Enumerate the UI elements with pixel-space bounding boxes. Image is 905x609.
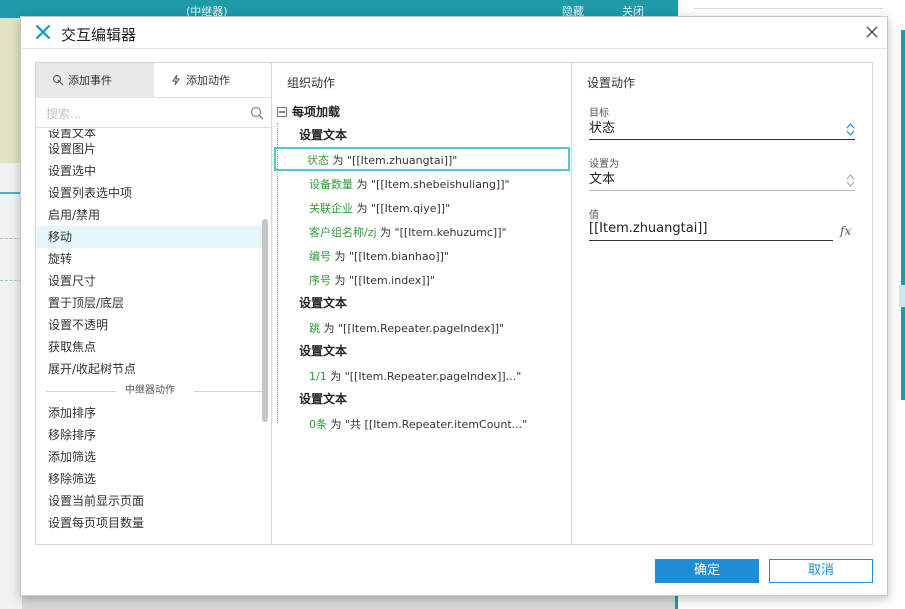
background-divider: [693, 8, 883, 9]
set-as-select[interactable]: 文本: [589, 171, 855, 191]
action-value: 为 "[[Item.shebeishuliang]]": [353, 178, 510, 191]
list-item[interactable]: 设置每页项目数量: [36, 512, 264, 534]
action-heading[interactable]: 设置文本: [272, 291, 572, 315]
configure-action-panel: 设置动作 目标 状态 设置为 文本 值 [[Item.zhuangtai]] f…: [572, 63, 872, 544]
event-row[interactable]: 每项加载: [272, 101, 572, 123]
close-icon[interactable]: [865, 25, 879, 39]
action-list: 设置文本 设置图片 设置选中 设置列表选中项 启用/禁用 移动 旋转 设置尺寸 …: [36, 129, 264, 544]
set-as-select-value: 文本: [589, 172, 616, 187]
organize-actions-title: 组织动作: [287, 76, 336, 90]
action-target: 1/1: [309, 370, 327, 383]
action-heading[interactable]: 设置文本: [272, 123, 572, 147]
dialog-body: 添加事件 添加动作 设置文本 设置图片 设置选中: [35, 62, 873, 545]
action-detail-row[interactable]: 序号 为 "[[Item.index]]": [272, 267, 572, 291]
list-item[interactable]: 设置选中: [36, 160, 264, 182]
action-value: 为 "[[Item.qiye]]": [353, 202, 451, 215]
action-value: 为 "共 [[Item.Repeater.itemCount...": [327, 418, 528, 431]
set-as-label: 设置为: [589, 159, 619, 170]
tree-guide-line: [277, 123, 278, 423]
action-tree: 每项加载 设置文本 状态 为 "[[Item.zhuangtai]]" 设备数量…: [272, 101, 572, 435]
chevron-updown-icon: [846, 123, 855, 136]
action-target: 状态: [307, 154, 329, 167]
background-dashed-guide-2: [0, 280, 22, 281]
action-value: 为 "[[Item.Repeater.pageIndex]]": [320, 322, 505, 335]
list-item[interactable]: 设置不透明: [36, 314, 264, 336]
action-detail-row[interactable]: 设备数量 为 "[[Item.shebeishuliang]]": [272, 171, 572, 195]
action-target: 关联企业: [309, 202, 353, 215]
action-detail-row[interactable]: 客户组名称/zj 为 "[[Item.kehuzumc]]": [272, 219, 572, 243]
action-target: 0条: [309, 418, 327, 431]
tab-add-event[interactable]: 添加事件: [36, 63, 154, 98]
list-item[interactable]: 移除筛选: [36, 468, 264, 490]
action-search: [36, 98, 271, 128]
list-item[interactable]: 旋转: [36, 248, 264, 270]
list-item-selected[interactable]: 移动: [36, 226, 264, 248]
event-name: 每项加载: [292, 105, 341, 119]
action-detail-row-selected[interactable]: 状态 为 "[[Item.zhuangtai]]": [274, 147, 570, 171]
list-item[interactable]: 获取焦点: [36, 336, 264, 358]
lightning-icon: [172, 74, 180, 86]
dialog-title: 交互编辑器: [61, 26, 137, 44]
tab-add-action-label: 添加动作: [186, 74, 230, 87]
background-accent-bar: [901, 30, 905, 400]
axure-logo-icon: [35, 24, 51, 40]
list-scrollbar[interactable]: [262, 219, 268, 422]
list-item[interactable]: 设置当前显示页面: [36, 490, 264, 512]
tab-add-event-label: 添加事件: [68, 74, 112, 87]
list-item[interactable]: 启用/禁用: [36, 204, 264, 226]
organize-actions-panel: 组织动作 每项加载 设置文本 状态 为 "[[Item.zhuangtai]]"…: [272, 63, 572, 544]
background-canvas-lower: [0, 163, 22, 609]
background-canvas-area: [0, 18, 22, 163]
target-label: 目标: [589, 108, 609, 119]
background-guide-line: [0, 192, 22, 194]
action-value: 为 "[[Item.bianhao]]": [331, 250, 450, 263]
action-detail-row[interactable]: 1/1 为 "[[Item.Repeater.pageIndex]]...": [272, 363, 572, 387]
background-accent-marker: [899, 285, 905, 307]
interaction-editor-dialog: 交互编辑器 添加事件 添加动作 搜索... 设置文本 设置图片 设置选中 设置列…: [20, 16, 888, 596]
action-heading[interactable]: 设置文本: [272, 339, 572, 363]
dialog-header: 交互编辑器: [21, 17, 887, 49]
value-input[interactable]: [[Item.zhuangtai]]: [589, 219, 833, 241]
action-heading[interactable]: 设置文本: [272, 387, 572, 411]
events-actions-panel: 添加事件 添加动作 设置文本 设置图片 设置选中: [36, 63, 272, 544]
action-value: 为 "[[Item.Repeater.pageIndex]]...": [326, 370, 522, 383]
list-item[interactable]: 展开/收起树节点: [36, 358, 264, 380]
list-item[interactable]: 设置列表选中项: [36, 182, 264, 204]
action-value: 为 "[[Item.index]]": [331, 274, 435, 287]
group-header-repeater-actions: 中继器动作: [36, 380, 264, 402]
search-icon[interactable]: [250, 106, 264, 120]
action-value: 为 "[[Item.kehuzumc]]": [376, 226, 507, 239]
cursor-click-icon: [53, 75, 64, 86]
target-select[interactable]: 状态: [589, 120, 855, 140]
action-detail-row[interactable]: 关联企业 为 "[[Item.qiye]]": [272, 195, 572, 219]
action-target: 序号: [309, 274, 331, 287]
ok-button[interactable]: 确定: [655, 559, 759, 583]
action-target: 跳: [309, 322, 320, 335]
action-detail-row[interactable]: 跳 为 "[[Item.Repeater.pageIndex]]": [272, 315, 572, 339]
chevron-updown-icon: [846, 174, 855, 187]
action-detail-row[interactable]: 0条 为 "共 [[Item.Repeater.itemCount...": [272, 411, 572, 435]
collapse-icon[interactable]: [277, 107, 287, 117]
list-item[interactable]: 添加排序: [36, 402, 264, 424]
list-item[interactable]: 设置文本: [36, 129, 264, 138]
action-target: 编号: [309, 250, 331, 263]
action-target: 设备数量: [309, 178, 353, 191]
list-item[interactable]: 移除排序: [36, 424, 264, 446]
list-item[interactable]: 添加筛选: [36, 446, 264, 468]
search-input[interactable]: [46, 104, 241, 124]
fx-function-icon[interactable]: fx: [840, 224, 851, 238]
cancel-button[interactable]: 取消: [769, 559, 873, 583]
background-dashed-guide: [0, 238, 22, 239]
list-item[interactable]: 置于顶层/底层: [36, 292, 264, 314]
action-value: 为 "[[Item.zhuangtai]]": [329, 154, 458, 167]
configure-action-title: 设置动作: [587, 76, 636, 90]
action-target: 客户组名称/zj: [309, 226, 377, 239]
target-select-value: 状态: [589, 121, 616, 136]
list-item[interactable]: 设置尺寸: [36, 270, 264, 292]
list-item[interactable]: 设置图片: [36, 138, 264, 160]
panel-tabs: 添加事件 添加动作: [36, 63, 271, 98]
action-detail-row[interactable]: 编号 为 "[[Item.bianhao]]": [272, 243, 572, 267]
tab-add-action[interactable]: 添加动作: [154, 63, 272, 98]
